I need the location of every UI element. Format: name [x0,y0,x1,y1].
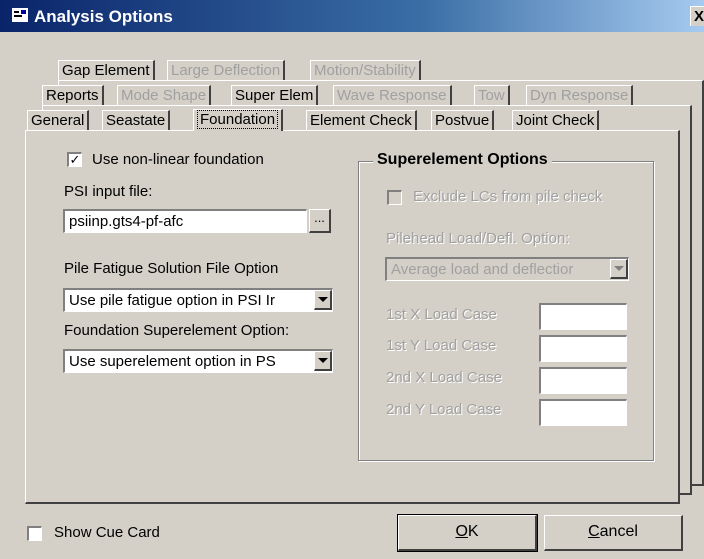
load-case-input[interactable] [539,303,627,330]
tab-reports[interactable]: Reports [42,85,104,105]
load-case-input[interactable] [539,335,627,362]
psi-input-field[interactable]: psiinp.gts4-pf-afc [63,209,307,233]
app-icon [12,8,28,22]
tab-label: Tow [478,87,505,104]
cancel-accel: C [588,523,600,540]
ok-rest: K [467,523,479,540]
tab-label: Large Deflection [171,62,281,79]
exclude-lcs-label: Exclude LCs from pile check [413,188,603,205]
chevron-down-icon[interactable] [314,290,332,310]
chevron-down-icon[interactable] [610,259,628,279]
load-case-label: 2nd X Load Case [386,369,502,386]
pile-fatigue-select[interactable]: Use pile fatigue option in PSI Ir [63,288,333,312]
tab-label: Seastate [106,112,166,129]
pile-fatigue-label: Pile Fatigue Solution File Option [64,260,279,277]
tab-motion-stability[interactable]: Motion/Stability [310,60,421,80]
load-case-label: 2nd Y Load Case [386,401,502,418]
tab-gap-element[interactable]: Gap Element [58,60,155,80]
pile-fatigue-value: Use pile fatigue option in PSI Ir [69,292,275,309]
tab-label: Joint Check [516,112,595,129]
exclude-lcs-checkbox[interactable] [387,190,402,205]
tab-element-check[interactable]: Element Check [306,110,417,130]
pilehead-select[interactable]: Average load and deflectior [385,257,629,281]
tab-label: Super Elem [235,87,314,104]
tab-label: Gap Element [62,62,150,79]
foundation-super-value: Use superelement option in PS [69,353,276,370]
foundation-panel: ✓ Use non-linear foundation PSI input fi… [25,130,680,504]
load-case-label: 1st Y Load Case [386,337,497,354]
tab-seastate[interactable]: Seastate [102,110,171,130]
tab-postvue[interactable]: Postvue [431,110,495,130]
pilehead-label: Pilehead Load/Defl. Option: [386,230,570,247]
tab-large-deflection[interactable]: Large Deflection [167,60,286,80]
tab-foundation[interactable]: Foundation [193,109,284,131]
tab-label: Reports [46,87,99,104]
ok-accel: O [455,523,468,540]
use-nonlinear-checkbox[interactable]: ✓ [67,152,82,167]
load-case-label: 1st X Load Case [386,306,497,323]
foundation-super-label: Foundation Superelement Option: [64,322,290,339]
use-nonlinear-label: Use non-linear foundation [92,151,264,168]
show-cue-card-label: Show Cue Card [54,524,160,541]
tab-tow[interactable]: Tow [474,85,510,105]
load-case-input[interactable] [539,399,627,426]
superelement-group-title: Superelement Options [373,151,552,169]
browse-button[interactable]: ... [309,209,331,233]
tab-label: Foundation [197,110,279,129]
tab-super-elem[interactable]: Super Elem [231,85,319,105]
foundation-super-select[interactable]: Use superelement option in PS [63,349,333,373]
title-bar: Analysis Options X [0,0,704,32]
close-button[interactable]: X [690,6,704,26]
cancel-button[interactable]: Cancel [544,515,683,551]
tab-label: Wave Response [337,87,447,104]
ok-button[interactable]: OK [397,514,538,552]
tab-general[interactable]: General [27,110,90,130]
chevron-down-icon[interactable] [314,351,332,371]
cancel-rest: ancel [599,523,638,540]
show-cue-card-checkbox[interactable] [27,526,42,541]
psi-input-label: PSI input file: [64,183,153,200]
tab-label: Postvue [435,112,490,129]
load-case-input[interactable] [539,367,627,394]
superelement-group: Superelement Options Exclude LCs from pi… [358,151,654,461]
window-title: Analysis Options [34,7,173,26]
tab-joint-check[interactable]: Joint Check [512,110,600,130]
pilehead-value: Average load and deflectior [391,261,574,278]
tab-label: Element Check [310,112,412,129]
tab-label: Dyn Response [530,87,629,104]
tab-mode-shape[interactable]: Mode Shape [117,85,212,105]
tab-wave-response[interactable]: Wave Response [333,85,452,105]
tab-label: General [31,112,85,129]
tab-dyn-response[interactable]: Dyn Response [526,85,634,105]
tab-label: Mode Shape [121,87,207,104]
tab-label: Motion/Stability [314,62,416,79]
